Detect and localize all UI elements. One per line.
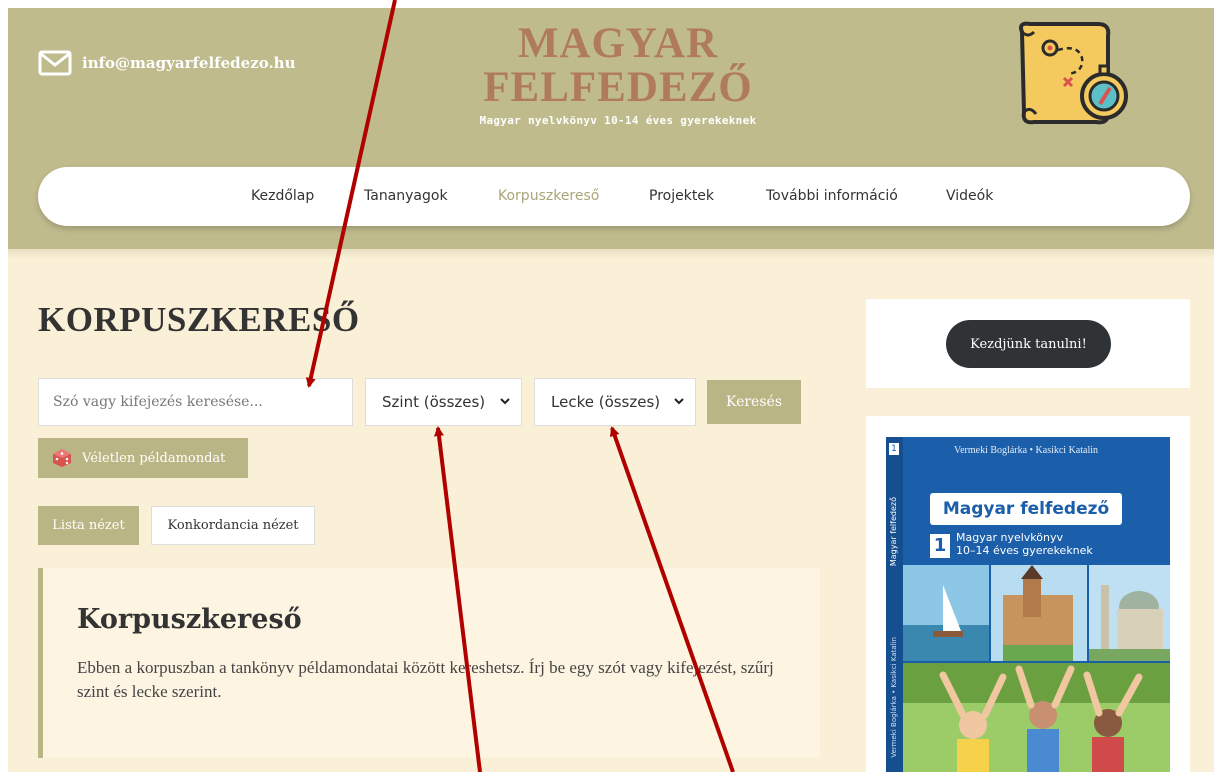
book-title: Magyar felfedező	[930, 493, 1122, 525]
nav-item-projektek[interactable]: Projektek	[649, 167, 714, 226]
email-link[interactable]: info@magyarfelfedezo.hu	[82, 54, 296, 72]
book-cover-photos	[903, 565, 1170, 772]
page-title: KORPUSZKERESŐ	[38, 300, 360, 339]
nav-item-tananyagok[interactable]: Tananyagok	[364, 167, 448, 226]
nav-item-kezdolap[interactable]: Kezdőlap	[251, 167, 314, 226]
chevron-down-icon	[674, 398, 684, 405]
info-title: Korpuszkereső	[77, 604, 302, 635]
lesson-select-value: Lecke (összes)	[551, 393, 661, 411]
level-select[interactable]: Szint (összes)	[365, 378, 522, 426]
envelope-icon	[38, 50, 72, 76]
site-brand[interactable]: MAGYAR FELFEDEZŐ Magyar nyelvkönyv 10-14…	[448, 20, 788, 128]
treasure-map-icon	[1019, 21, 1128, 125]
search-input[interactable]	[38, 378, 353, 426]
nav-item-tovabbi-informacio[interactable]: További információ	[766, 167, 898, 226]
brand-tagline: Magyar nyelvkönyv 10-14 éves gyerekeknek	[479, 114, 757, 127]
book-cover[interactable]: 1 Magyar felfedező Vermeki Boglárka • Ka…	[886, 437, 1170, 772]
book-subtitle-line-1: Magyar nyelvkönyv	[956, 531, 1063, 544]
nav-item-videok[interactable]: Videók	[946, 167, 993, 226]
site-header: info@magyarfelfedezo.hu MAGYAR FELFEDEZŐ…	[8, 8, 1214, 249]
random-sentence-button[interactable]: Véletlen példamondat	[38, 438, 248, 478]
contact-email[interactable]: info@magyarfelfedezo.hu	[38, 50, 296, 76]
book-number: 1	[930, 534, 950, 558]
list-view-button[interactable]: Lista nézet	[38, 506, 139, 545]
dice-icon	[53, 449, 71, 467]
brand-line-2: FELFEDEZŐ	[483, 64, 753, 111]
main-navigation: Kezdőlap Tananyagok Korpuszkereső Projek…	[38, 167, 1190, 226]
sidebar-book-card: 1 Magyar felfedező Vermeki Boglárka • Ka…	[866, 416, 1190, 772]
random-sentence-label: Véletlen példamondat	[82, 450, 226, 466]
sidebar-cta-card: Kezdjünk tanulni!	[866, 299, 1190, 388]
concordance-view-button[interactable]: Konkordancia nézet	[151, 506, 315, 545]
book-subtitle-line-2: 10–14 éves gyerekeknek	[956, 544, 1093, 557]
info-box: Korpuszkereső Ebben a korpuszban a tankö…	[38, 568, 820, 758]
start-learning-button[interactable]: Kezdjünk tanulni!	[946, 320, 1111, 368]
book-spine-authors: Vermeki Boglárka • Kasikci Katalin	[890, 637, 898, 758]
book-spine-number: 1	[889, 443, 899, 455]
book-spine-title: Magyar felfedező	[889, 497, 898, 567]
info-text: Ebben a korpuszban a tankönyv példamonda…	[77, 658, 774, 701]
nav-item-korpuszkereso[interactable]: Korpuszkereső	[498, 167, 599, 226]
level-select-value: Szint (összes)	[382, 393, 486, 411]
book-authors: Vermeki Boglárka • Kasikci Katalin	[954, 445, 1099, 456]
brand-line-1: MAGYAR	[517, 20, 719, 67]
lesson-select[interactable]: Lecke (összes)	[534, 378, 696, 426]
header-shadow	[8, 249, 1214, 259]
search-button[interactable]: Keresés	[707, 380, 801, 424]
chevron-down-icon	[500, 398, 510, 405]
book-subtitle: Magyar nyelvkönyv 10–14 éves gyerekeknek	[956, 531, 1093, 557]
